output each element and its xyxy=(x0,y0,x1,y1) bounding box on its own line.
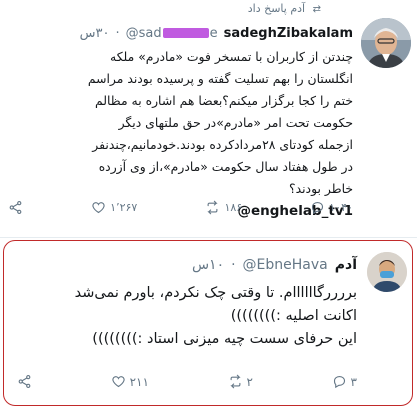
handle-suffix: e xyxy=(209,25,218,41)
retweet-icon xyxy=(229,374,241,389)
handle-prefix: @sad xyxy=(125,25,162,41)
avatar[interactable] xyxy=(367,252,407,292)
tweet-time[interactable]: ۳۰س xyxy=(80,26,110,41)
heart-icon xyxy=(111,376,125,388)
reply-context: ⇄ آدم پاسخ داد xyxy=(248,2,321,15)
tweet-line: بررررگاااااام. تا وقتی چک نکردم، باورم ن… xyxy=(74,285,357,301)
retweet-icon xyxy=(207,200,219,215)
reply-context-text: آدم پاسخ داد xyxy=(247,2,306,15)
reply-button[interactable]: ۱۰۴۰ xyxy=(310,200,353,215)
reply-icon xyxy=(312,201,324,215)
tweet-line: ختم را کجا برگزار میکنم؟بعضا هم اشاره به… xyxy=(95,93,353,108)
tweet-text: چندتن از کاربران با تمسخر فوت «مادرم» مل… xyxy=(13,46,353,222)
retweet-count: ۲ xyxy=(246,374,253,389)
heart-icon xyxy=(92,202,105,214)
tweet-actions: ۱۰۴۰ ۱۸۶ ۱٬۲۶۷ xyxy=(8,200,353,215)
avatar[interactable] xyxy=(361,18,411,68)
separator-dot: · xyxy=(115,25,120,41)
display-name[interactable]: sadeghZibakalam xyxy=(224,26,353,41)
user-handle[interactable]: @sad e xyxy=(126,26,218,41)
separator-dot: · xyxy=(231,257,236,273)
tweet-actions: ۳ ۲ ۲۱۱ xyxy=(17,374,357,389)
retweet-icon: ⇄ xyxy=(312,4,321,15)
retweet-count: ۱۸۶ xyxy=(224,201,243,214)
like-count: ۲۱۱ xyxy=(129,374,149,389)
user-handle[interactable]: @EbneHava xyxy=(243,257,328,273)
tweet-line: این حرفای سست چیه میزنی استاد :)))))))) xyxy=(92,331,357,347)
profile-photo xyxy=(361,18,411,68)
tweet-header: sadeghZibakalam @sad e · ۳۰س xyxy=(13,24,353,42)
divider xyxy=(0,237,417,238)
share-icon xyxy=(18,375,31,388)
tweet-thread: ⇄ آدم پاسخ داد sadeghZibakalam @sad e · ۳… xyxy=(0,0,417,411)
reply-icon xyxy=(333,375,345,389)
tweet-line: ازجمله کودتای ۲۸مردادکرده بودند.خودمانیم… xyxy=(92,137,353,152)
reply-count: ۳ xyxy=(350,374,357,389)
tweet-line: انگلستان را بهم تسلیت گفته و پرسیده بودن… xyxy=(87,71,353,86)
retweet-button[interactable]: ۱۸۶ xyxy=(205,200,242,215)
display-name[interactable]: آدم xyxy=(335,257,357,273)
tweet-time[interactable]: ۱۰س xyxy=(192,257,224,273)
like-button[interactable]: ۱٬۲۶۷ xyxy=(91,200,137,215)
profile-photo xyxy=(367,252,407,292)
like-count: ۱٬۲۶۷ xyxy=(110,201,138,214)
tweet-line: در طول هفتاد سال حکومت «مادرم»،از وی آزر… xyxy=(98,159,353,174)
share-button[interactable] xyxy=(17,374,32,389)
retweet-button[interactable]: ۲ xyxy=(228,374,253,389)
tweet-text: بررررگاااااام. تا وقتی چک نکردم، باورم ن… xyxy=(17,282,357,351)
reply-button[interactable]: ۳ xyxy=(332,374,357,389)
share-button[interactable] xyxy=(8,200,23,215)
like-button[interactable]: ۲۱۱ xyxy=(111,374,149,389)
share-icon xyxy=(9,201,22,214)
tweet-header: آدم @EbneHava · ۱۰س xyxy=(27,255,357,275)
tweet-line: حکومت تحت امر «مادرم»در حق ملتهای دیگر xyxy=(118,115,353,130)
tweet-line: خاطر بودند؟ xyxy=(289,181,353,196)
tweet-line: چندتن از کاربران با تمسخر فوت «مادرم» مل… xyxy=(110,49,353,64)
tweet-line: اکانت اصلیه :)))))))) xyxy=(230,308,357,324)
redaction-mark xyxy=(162,28,209,38)
reply-count: ۱۰۴۰ xyxy=(329,201,353,214)
